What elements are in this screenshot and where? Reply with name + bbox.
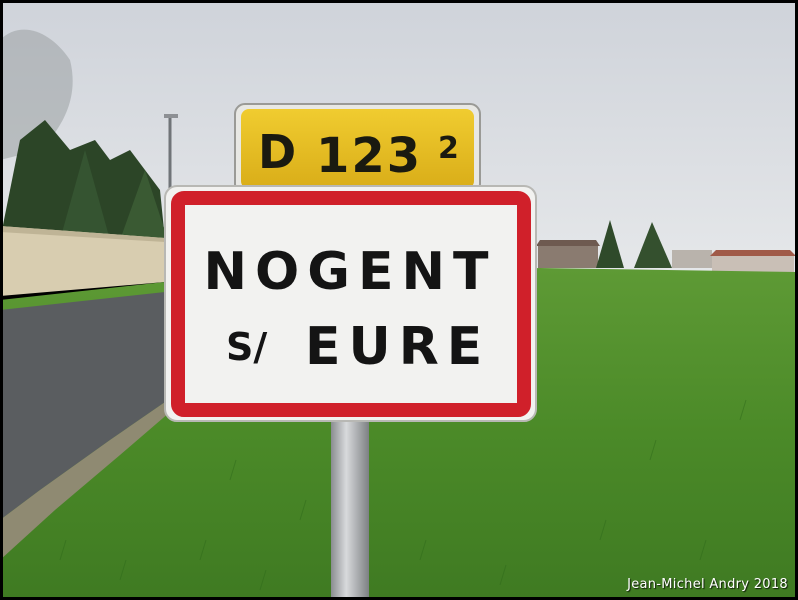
route-number: 123 xyxy=(316,128,422,184)
town-name-line1: NOGENT xyxy=(204,242,497,302)
photo-credit: Jean-Michel Andry 2018 xyxy=(627,577,788,592)
sign-post xyxy=(331,415,369,600)
route-superscript: 2 xyxy=(438,131,459,166)
photo-frame: D 123 2 NOGENT S/ EURE Jean-Michel Andry… xyxy=(0,0,798,600)
town-name-line2: EURE xyxy=(305,317,490,377)
town-entry-sign: NOGENT S/ EURE xyxy=(164,185,537,422)
roadside-scene: D 123 2 NOGENT S/ EURE xyxy=(0,0,798,600)
route-number-plate: D 123 2 xyxy=(234,103,481,195)
town-name-prefix: S/ xyxy=(226,325,267,369)
route-letter: D xyxy=(258,125,296,179)
